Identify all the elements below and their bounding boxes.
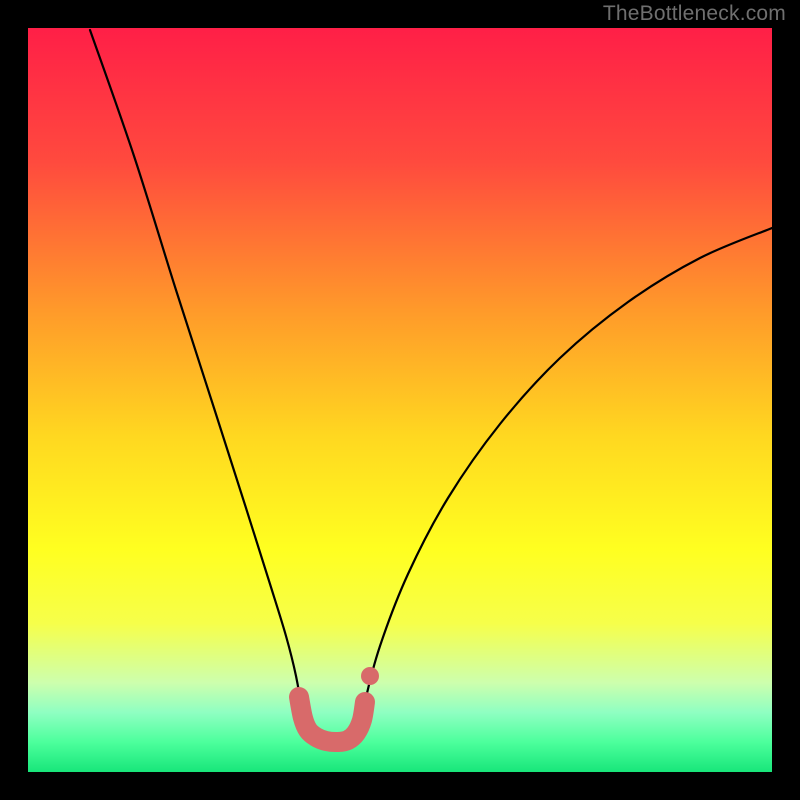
chart-stage: TheBottleneck.com: [0, 0, 800, 800]
watermark-text: TheBottleneck.com: [603, 2, 786, 26]
bottleneck-chart: [0, 0, 800, 800]
valley-end-dot: [361, 667, 379, 685]
plot-background: [28, 28, 772, 772]
